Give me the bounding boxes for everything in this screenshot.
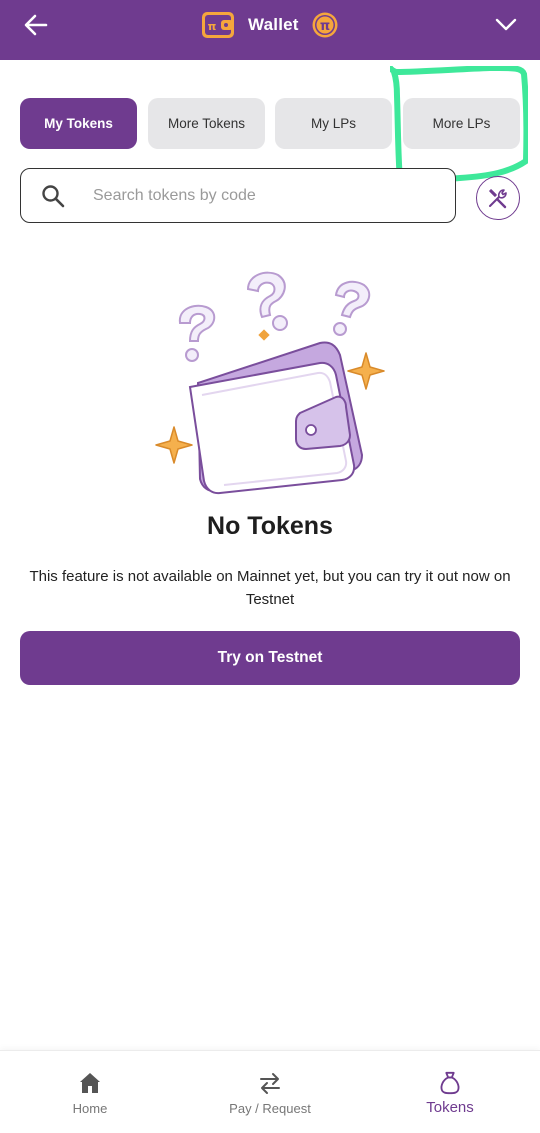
tab-more-tokens[interactable]: More Tokens: [148, 98, 265, 149]
arrow-left-icon: [24, 14, 48, 36]
try-on-testnet-button[interactable]: Try on Testnet: [20, 631, 520, 685]
token-bag-icon: [440, 1071, 460, 1095]
sparkle-left-icon: [155, 426, 193, 464]
page-title: Wallet: [248, 15, 299, 34]
nav-label-home: Home: [72, 1101, 108, 1116]
account-menu-button[interactable]: [492, 12, 520, 38]
empty-state-title: No Tokens: [207, 512, 333, 540]
top-app-bar: π Wallet π: [0, 0, 540, 60]
swap-arrows-icon: [260, 1073, 280, 1094]
wallet-icon: [188, 341, 364, 495]
nav-item-pay-request[interactable]: Pay / Request: [180, 1051, 360, 1133]
empty-state-description: This feature is not available on Mainnet…: [29, 568, 511, 608]
search-bar: [20, 168, 456, 223]
tab-my-tokens[interactable]: My Tokens: [20, 98, 137, 149]
svg-text:π: π: [319, 19, 329, 34]
tab-my-lps[interactable]: My LPs: [275, 98, 392, 149]
question-mark-right-icon: [333, 280, 371, 336]
empty-wallet-illustration: [155, 271, 385, 495]
tab-more-lps[interactable]: More LPs: [403, 98, 520, 149]
question-mark-left-icon: [178, 304, 216, 362]
question-mark-center-icon: [246, 271, 288, 331]
token-tabs: My Tokens More Tokens My LPs More LPs: [20, 98, 520, 149]
home-icon: [80, 1073, 100, 1093]
search-icon: [42, 185, 65, 208]
tools-icon: [489, 189, 507, 209]
tools-button[interactable]: [476, 176, 520, 220]
back-button[interactable]: [20, 10, 52, 40]
sparkle-right-icon: [347, 352, 385, 390]
svg-text:π: π: [208, 20, 217, 33]
chevron-down-icon: [495, 18, 517, 31]
pi-coin-icon: π: [312, 12, 338, 38]
nav-label-tokens: Tokens: [426, 1099, 474, 1116]
nav-item-tokens[interactable]: Tokens: [360, 1051, 540, 1133]
wallet-logo-icon: π: [202, 12, 234, 38]
nav-label-pay-request: Pay / Request: [229, 1101, 311, 1116]
nav-item-home[interactable]: Home: [0, 1051, 180, 1133]
search-input[interactable]: [93, 181, 443, 211]
header-title-group: π Wallet π: [200, 8, 339, 42]
bottom-navigation: Home Pay / Request Tokens: [0, 1050, 540, 1133]
